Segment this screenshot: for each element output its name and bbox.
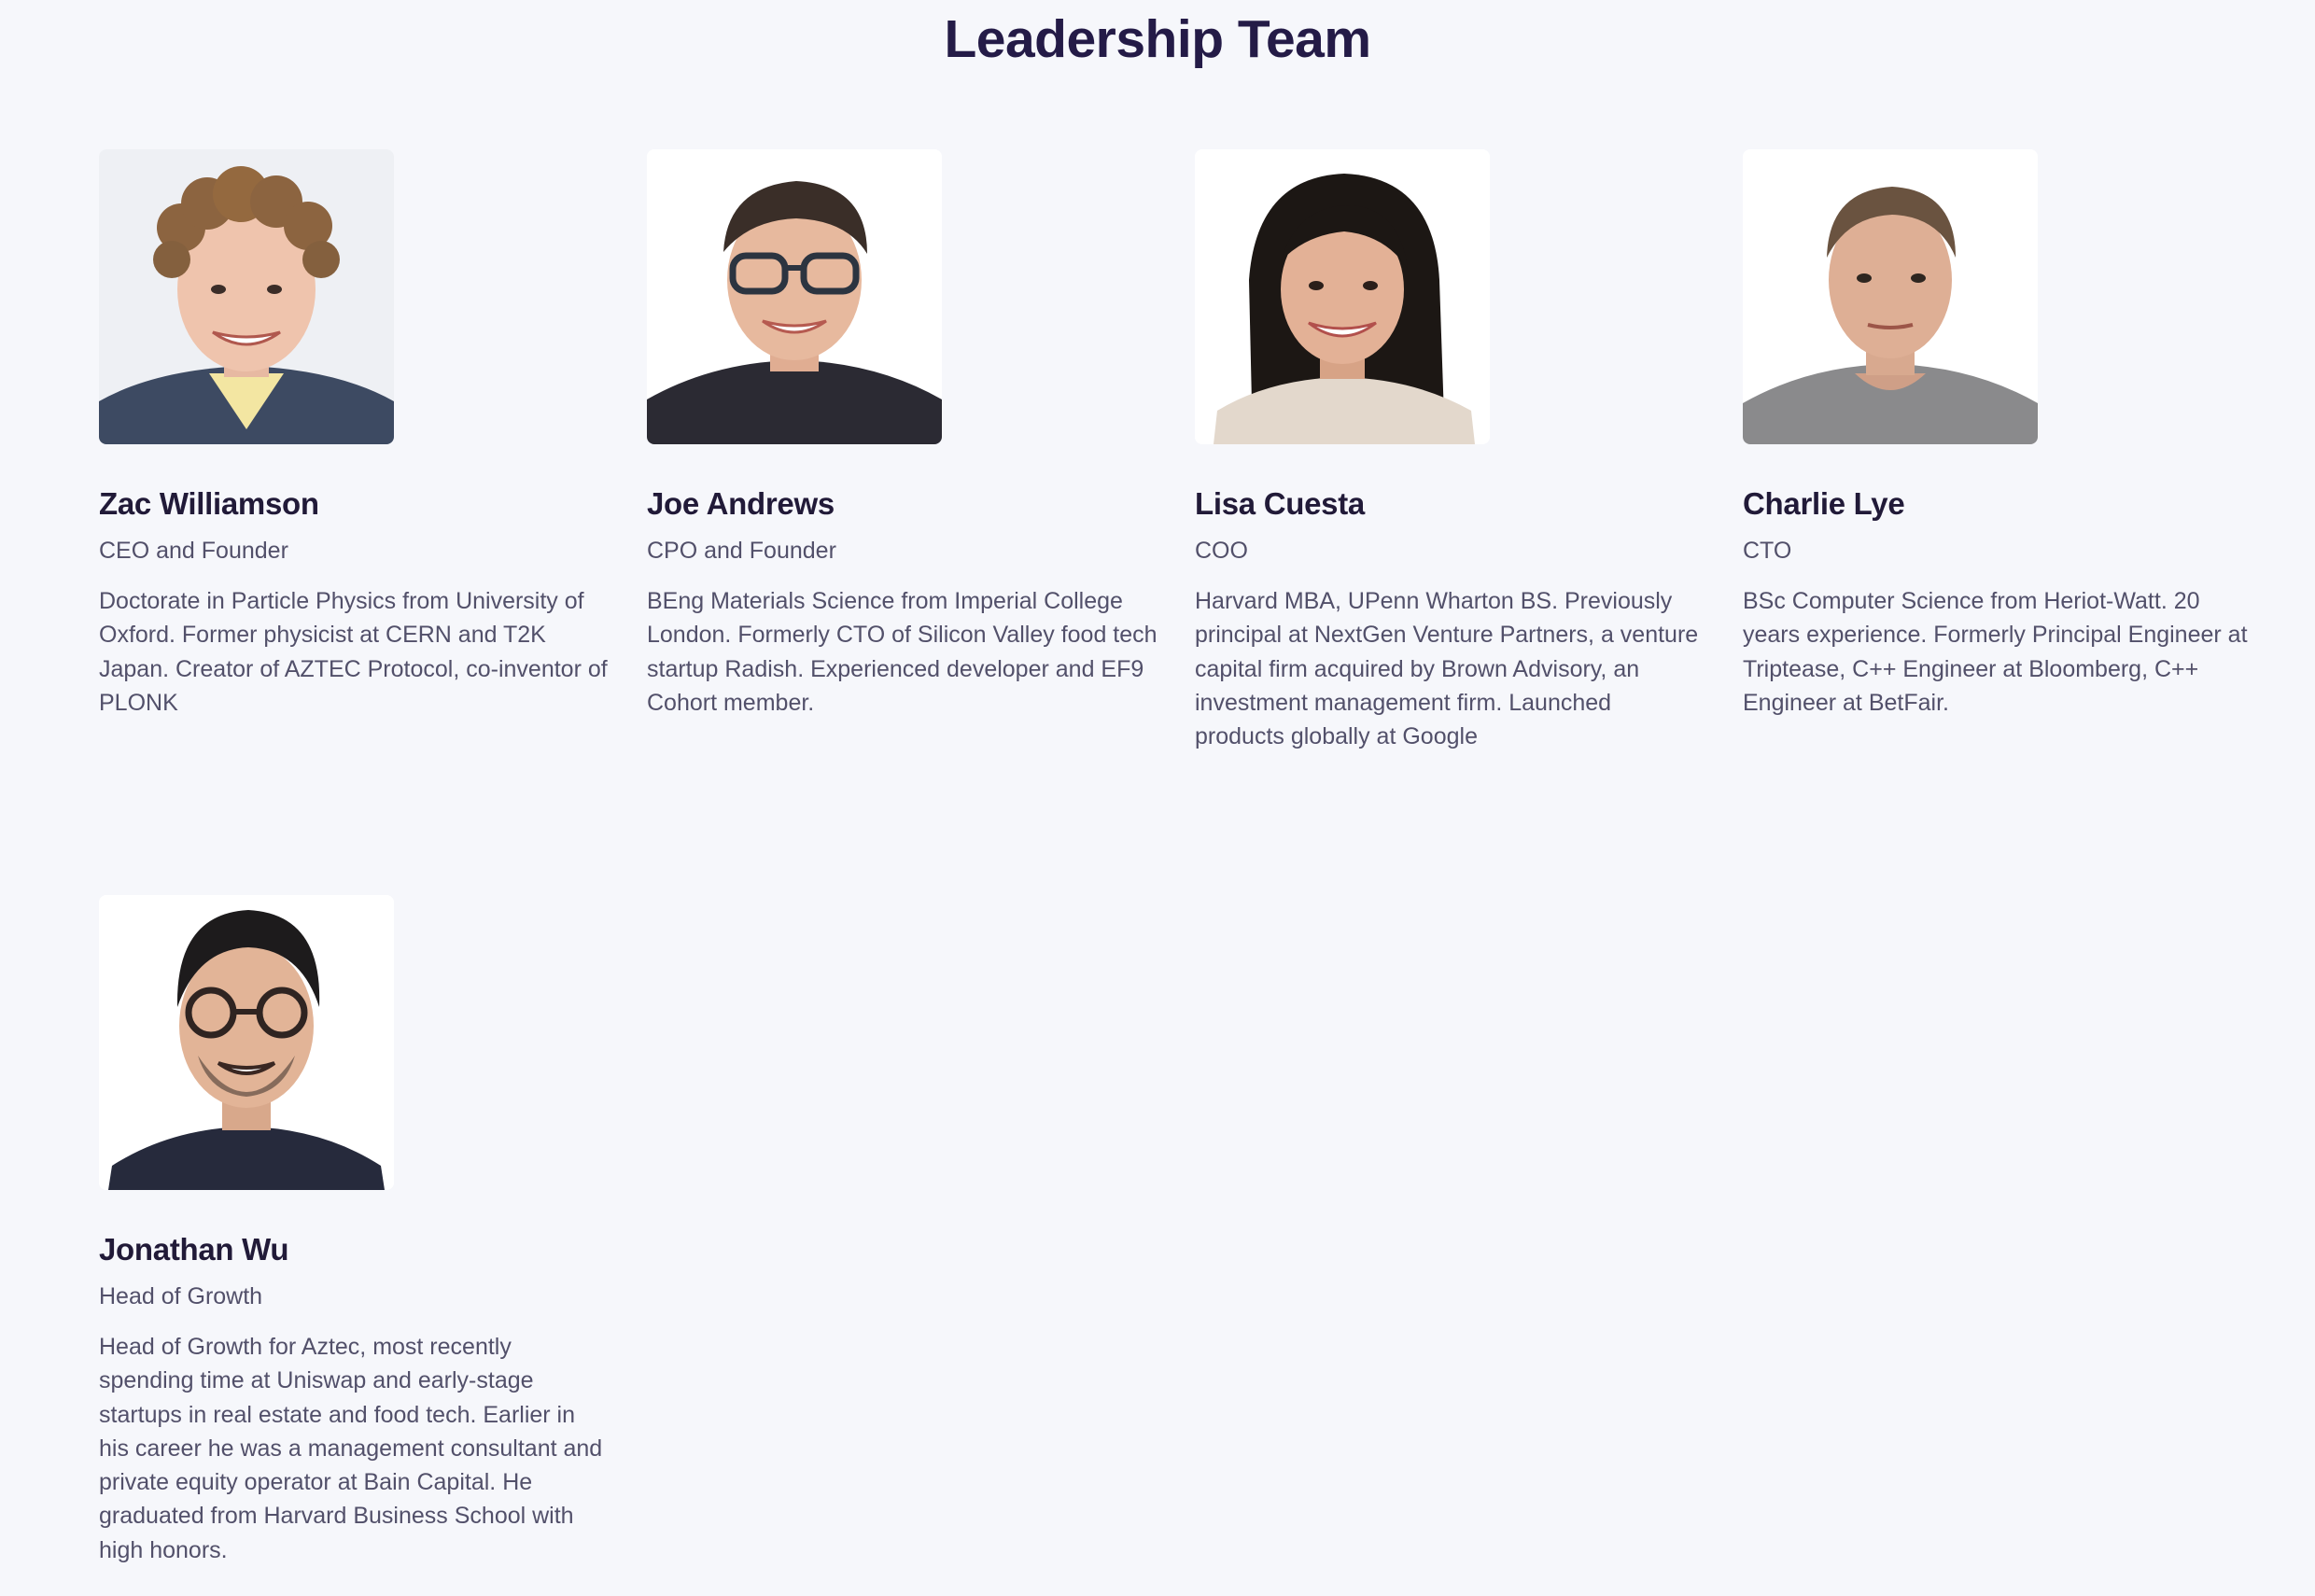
member-name: Charlie Lye — [1743, 486, 1905, 521]
team-member-card: Joe Andrews CPO and Founder BEng Materia… — [647, 149, 1158, 720]
portrait-image — [99, 149, 394, 444]
member-bio: BSc Computer Science from Heriot-Watt. 2… — [1743, 588, 2248, 716]
team-member-card: Charlie Lye CTO BSc Computer Science fro… — [1743, 149, 2254, 720]
portrait-image — [99, 895, 394, 1190]
member-bio: Doctorate in Particle Physics from Unive… — [99, 588, 608, 716]
profile-photo — [1743, 149, 2038, 444]
member-name: Zac Williamson — [99, 486, 319, 521]
team-member-card: Lisa Cuesta COO Harvard MBA, UPenn Whart… — [1195, 149, 1706, 753]
member-role: CPO and Founder — [647, 538, 836, 564]
team-member-card: Jonathan Wu Head of Growth Head of Growt… — [99, 895, 610, 1567]
profile-photo — [1195, 149, 1490, 444]
profile-photo — [647, 149, 942, 444]
portrait-image — [1195, 149, 1490, 444]
member-name: Jonathan Wu — [99, 1232, 289, 1267]
member-name: Joe Andrews — [647, 486, 835, 521]
profile-photo — [99, 149, 394, 444]
page-title: Leadership Team — [944, 9, 1371, 69]
profile-photo — [99, 895, 394, 1190]
member-role: CEO and Founder — [99, 538, 288, 564]
member-bio: Head of Growth for Aztec, most recently … — [99, 1334, 603, 1563]
member-bio: Harvard MBA, UPenn Wharton BS. Previousl… — [1195, 588, 1699, 750]
member-role: CTO — [1743, 538, 1792, 564]
portrait-image — [647, 149, 942, 444]
member-role: COO — [1195, 538, 1248, 564]
member-bio: BEng Materials Science from Imperial Col… — [647, 588, 1158, 716]
portrait-image — [1743, 149, 2038, 444]
member-role: Head of Growth — [99, 1283, 263, 1309]
member-name: Lisa Cuesta — [1195, 486, 1365, 521]
team-member-card: Zac Williamson CEO and Founder Doctorate… — [99, 149, 610, 720]
